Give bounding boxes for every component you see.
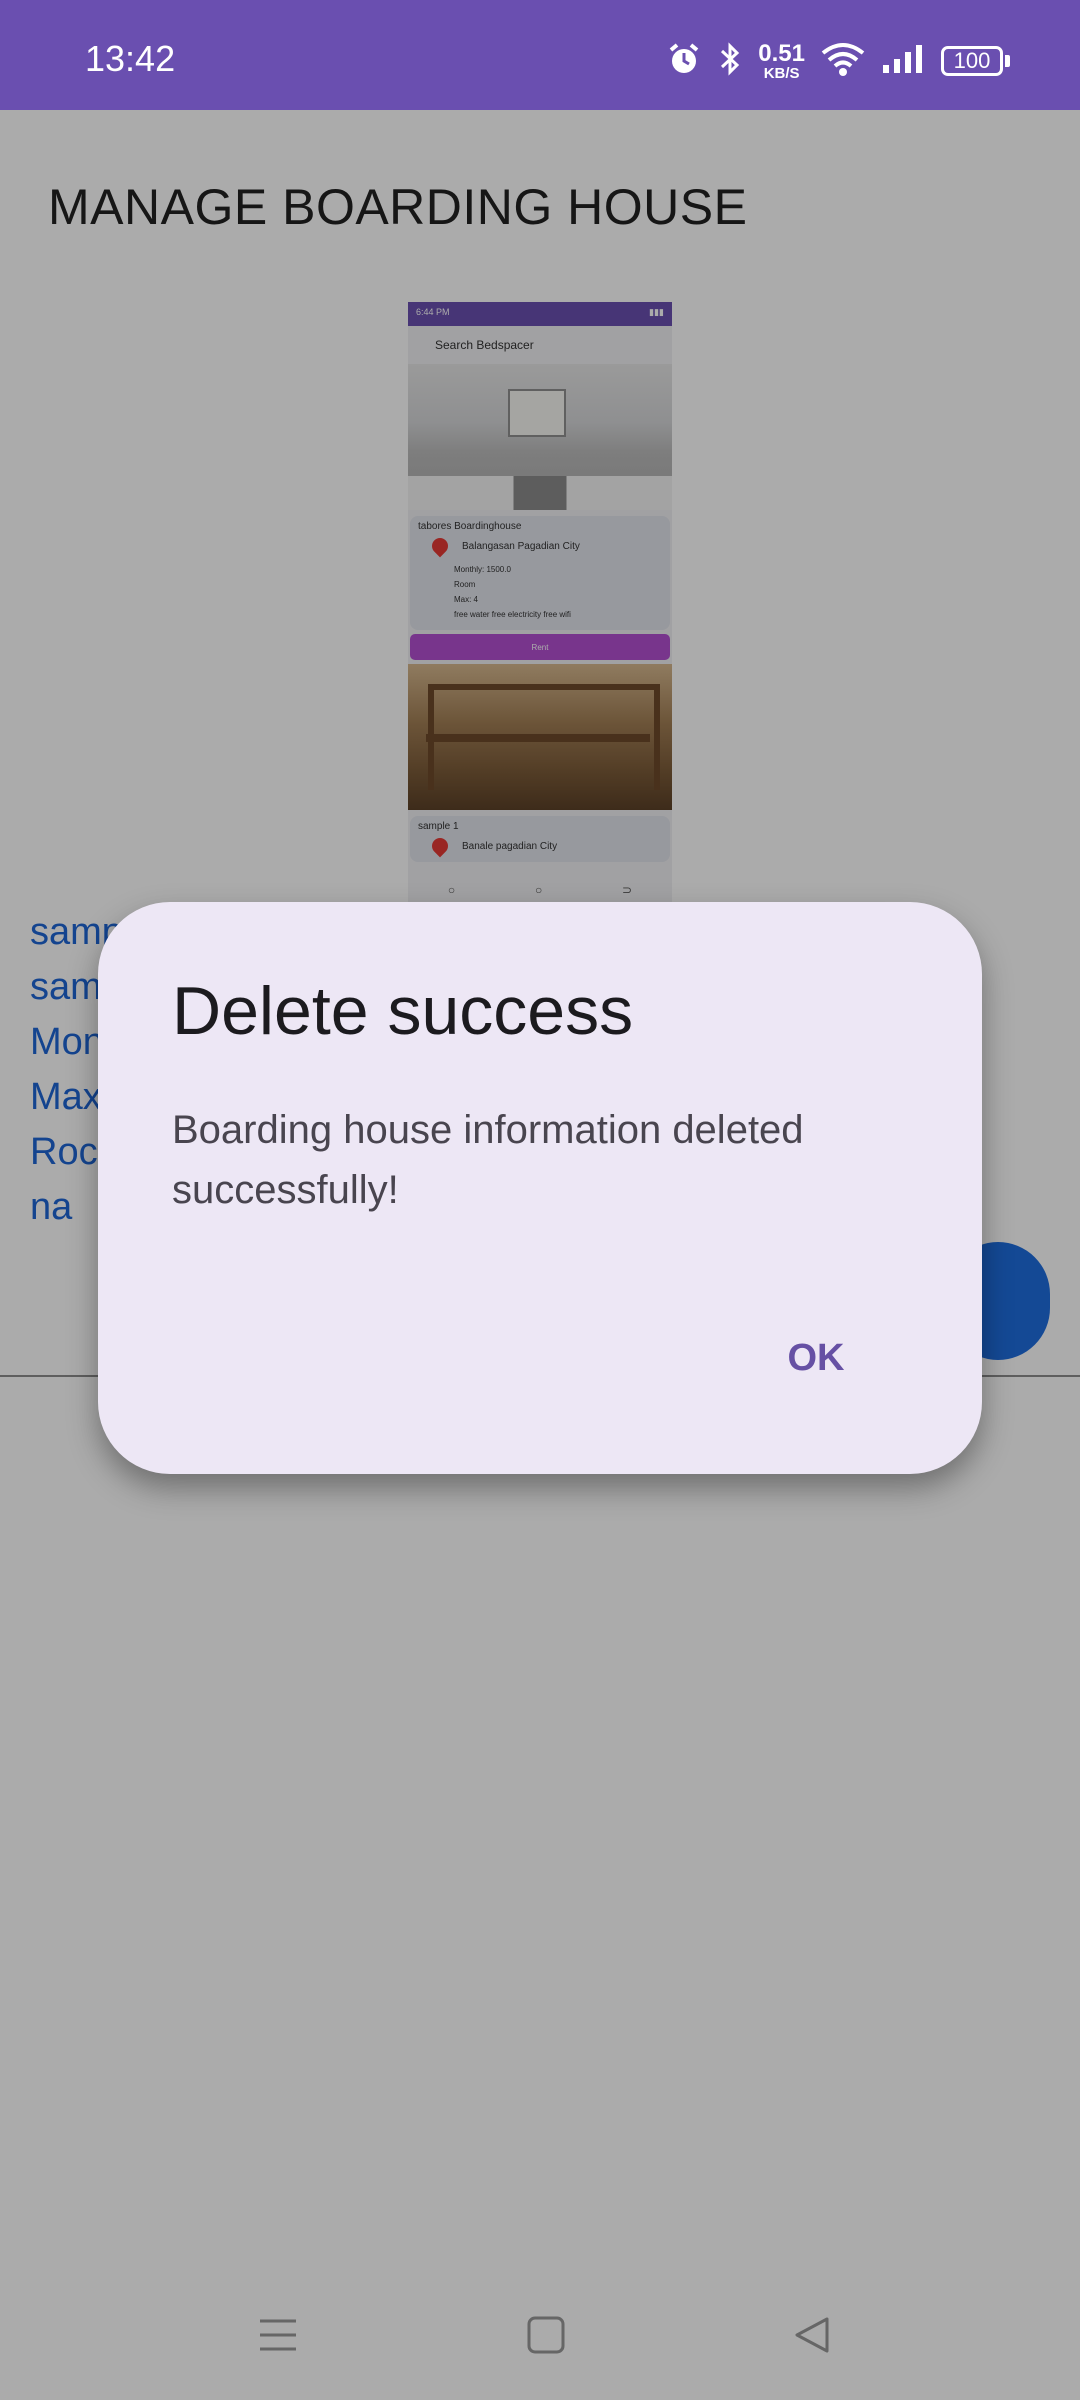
back-triangle-icon: [795, 2317, 829, 2353]
recent-apps-button[interactable]: [218, 2270, 338, 2400]
status-bar: 13:42 0.51 KB/S 100: [0, 0, 1080, 110]
ok-button[interactable]: OK: [758, 1316, 874, 1400]
delete-success-dialog: Delete success Boarding house informatio…: [98, 902, 982, 1474]
dialog-title: Delete success: [172, 973, 634, 1049]
status-icons: 0.51 KB/S 100: [666, 36, 1010, 86]
back-button[interactable]: [752, 2270, 872, 2400]
network-speed-unit: KB/S: [763, 64, 800, 82]
bluetooth-icon: [718, 41, 742, 82]
battery-icon: 100: [941, 46, 1010, 76]
alarm-icon: [666, 41, 702, 82]
wifi-icon: [821, 41, 865, 82]
system-nav-bar: [0, 2270, 1080, 2400]
network-speed-value: 0.51: [758, 39, 805, 67]
battery-level: 100: [941, 46, 1003, 76]
network-speed: 0.51 KB/S: [758, 39, 805, 82]
menu-icon: [260, 2319, 296, 2351]
signal-icon: [881, 43, 925, 80]
home-square-icon: [527, 2316, 565, 2354]
status-time: 13:42: [85, 38, 176, 79]
dialog-message: Boarding house information deleted succe…: [172, 1108, 804, 1212]
home-button[interactable]: [486, 2270, 606, 2400]
